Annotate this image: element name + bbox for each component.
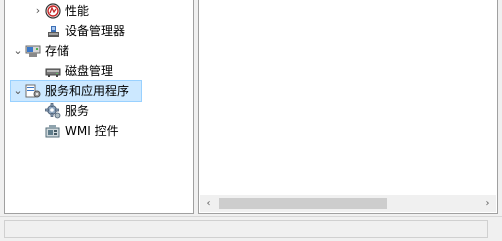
storage-icon xyxy=(25,43,41,59)
mmc-window: › 性能 设备管理器 ⌄ 存储 磁盘管理 ⌄ 服务和应用程序 服务 WMI 控件… xyxy=(0,0,502,241)
tree-item-label: 服务和应用程序 xyxy=(45,84,130,98)
tree-item-device-manager[interactable]: 设备管理器 xyxy=(45,21,185,41)
tree-item-performance[interactable]: › 性能 xyxy=(31,1,181,21)
tree-item-label: 性能 xyxy=(65,4,90,18)
device-manager-icon xyxy=(45,23,61,39)
scrollbar-thumb[interactable] xyxy=(219,198,387,209)
tree-item-label: 存储 xyxy=(45,44,70,58)
horizontal-scrollbar[interactable]: ‹ › xyxy=(200,195,496,212)
performance-icon xyxy=(45,3,61,19)
tree-item-label: 设备管理器 xyxy=(65,24,126,38)
collapse-chevron-icon[interactable]: ⌄ xyxy=(11,44,25,58)
tree-item-disk-management[interactable]: 磁盘管理 xyxy=(45,61,185,81)
scroll-left-arrow-icon[interactable]: ‹ xyxy=(200,195,217,212)
wmi-control-icon xyxy=(45,123,61,139)
tree-item-label: 磁盘管理 xyxy=(65,64,114,78)
status-bar-segment xyxy=(4,220,488,238)
services-and-applications-icon xyxy=(25,83,41,99)
result-pane[interactable]: ‹ › xyxy=(198,0,498,214)
tree-item-services[interactable]: 服务 xyxy=(45,101,185,121)
tree-item-label: WMI 控件 xyxy=(65,124,119,138)
tree-item-storage[interactable]: ⌄ 存储 xyxy=(11,41,161,61)
scroll-right-arrow-icon[interactable]: › xyxy=(479,195,496,212)
services-gear-icon xyxy=(45,103,61,119)
tree-item-wmi-control[interactable]: WMI 控件 xyxy=(45,121,185,141)
collapse-chevron-icon[interactable]: ⌄ xyxy=(11,84,25,98)
tree-item-services-and-applications[interactable]: ⌄ 服务和应用程序 xyxy=(10,80,142,102)
status-bar xyxy=(0,216,502,241)
expand-chevron-icon[interactable]: › xyxy=(31,4,45,18)
tree-item-label: 服务 xyxy=(65,104,90,118)
console-tree-pane[interactable]: › 性能 设备管理器 ⌄ 存储 磁盘管理 ⌄ 服务和应用程序 服务 WMI 控件 xyxy=(4,0,194,214)
disk-management-icon xyxy=(45,63,61,79)
